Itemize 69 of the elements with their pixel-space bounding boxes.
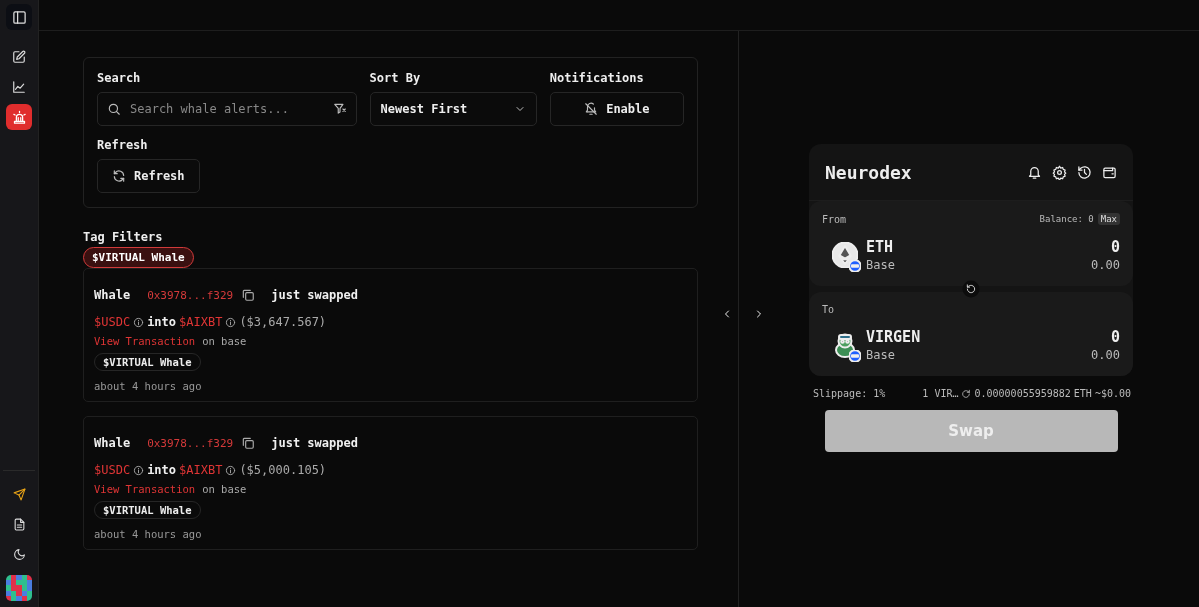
refresh-label: Refresh (97, 138, 148, 152)
info-icon[interactable] (225, 316, 237, 328)
settings-icon[interactable] (1052, 164, 1067, 180)
slippage-label: Slippage: 1% (813, 388, 886, 399)
sidebar-toggle-icon[interactable] (6, 4, 32, 30)
token-link[interactable]: $USDC (94, 463, 131, 477)
network-label: on base (202, 335, 247, 347)
history-icon[interactable] (1077, 164, 1092, 180)
refresh-icon[interactable] (961, 388, 972, 399)
usd-value: 0.00 (1091, 348, 1120, 362)
rate-value: 0.00000055959882 (974, 388, 1071, 399)
bell-off-icon (584, 102, 599, 116)
refresh-icon (112, 169, 126, 183)
copy-icon[interactable] (241, 288, 256, 302)
info-icon[interactable] (133, 464, 145, 476)
actor-label: Whale (94, 436, 131, 450)
token-link[interactable]: $AIXBT (179, 463, 223, 477)
network-name: Base (866, 258, 896, 272)
amount-input[interactable]: 0 (1110, 238, 1120, 256)
token-link[interactable]: $AIXBT (179, 315, 223, 329)
copy-icon[interactable] (241, 436, 256, 450)
max-button[interactable]: Max (1097, 213, 1120, 225)
balance-label: Balance: 0 (1039, 214, 1094, 224)
connector-label: into (147, 315, 177, 329)
timestamp: about 4 hours ago (94, 528, 202, 540)
siren-icon[interactable] (6, 104, 32, 130)
connector-label: into (147, 463, 177, 477)
swap-title: Neurodex (825, 161, 912, 183)
network-badge-icon (849, 260, 861, 272)
amount-label: ($3,647.567) (239, 315, 327, 329)
search-field[interactable]: Search whale alerts... (97, 92, 357, 126)
info-icon[interactable] (225, 464, 237, 476)
rate-usd: ~$0.00 (1094, 388, 1131, 399)
sort-label: Sort By (369, 71, 421, 85)
search-label: Search (97, 71, 141, 85)
token-symbol[interactable]: VIRGEN (866, 328, 1092, 346)
network-badge-icon (849, 350, 861, 362)
rate-unit: ETH (1073, 388, 1092, 399)
rate-token: 1 VIR… (922, 388, 959, 399)
view-transaction-link[interactable]: View Transaction (94, 483, 196, 495)
amount-label: ($5,000.105) (239, 463, 327, 477)
search-icon (107, 102, 121, 116)
usd-value: 0.00 (1091, 258, 1120, 272)
action-label: just swapped (271, 288, 358, 302)
amount-input[interactable]: 0 (1110, 328, 1120, 346)
action-label: just swapped (271, 436, 358, 450)
wallet-icon[interactable] (1102, 164, 1117, 180)
timestamp: about 4 hours ago (94, 380, 202, 392)
address-link[interactable]: 0x3978...f329 (147, 436, 234, 450)
network-name: Base (866, 348, 896, 362)
token-symbol[interactable]: ETH (866, 238, 1092, 256)
refresh-button[interactable]: Refresh (97, 159, 200, 193)
actor-label: Whale (94, 288, 131, 302)
tag-filter-chip[interactable]: $VIRTUAL Whale (83, 247, 194, 268)
enable-button[interactable]: Enable (549, 92, 684, 126)
rotate-icon (965, 283, 977, 295)
info-icon[interactable] (133, 316, 145, 328)
filter-icon[interactable] (332, 102, 347, 116)
notifications-label: Notifications (549, 71, 644, 85)
bell-icon[interactable] (1027, 164, 1042, 180)
view-transaction-link[interactable]: View Transaction (94, 335, 196, 347)
tag-filters-heading: Tag Filters (83, 230, 164, 244)
token-link[interactable]: $USDC (94, 315, 131, 329)
network-label: on base (202, 483, 247, 495)
sort-dropdown[interactable]: Newest First (369, 92, 537, 126)
panel-label: From (822, 213, 847, 225)
pixel-avatar-icon[interactable] (6, 575, 32, 601)
panel-label: To (822, 304, 835, 315)
address-link[interactable]: 0x3978...f329 (147, 288, 234, 302)
